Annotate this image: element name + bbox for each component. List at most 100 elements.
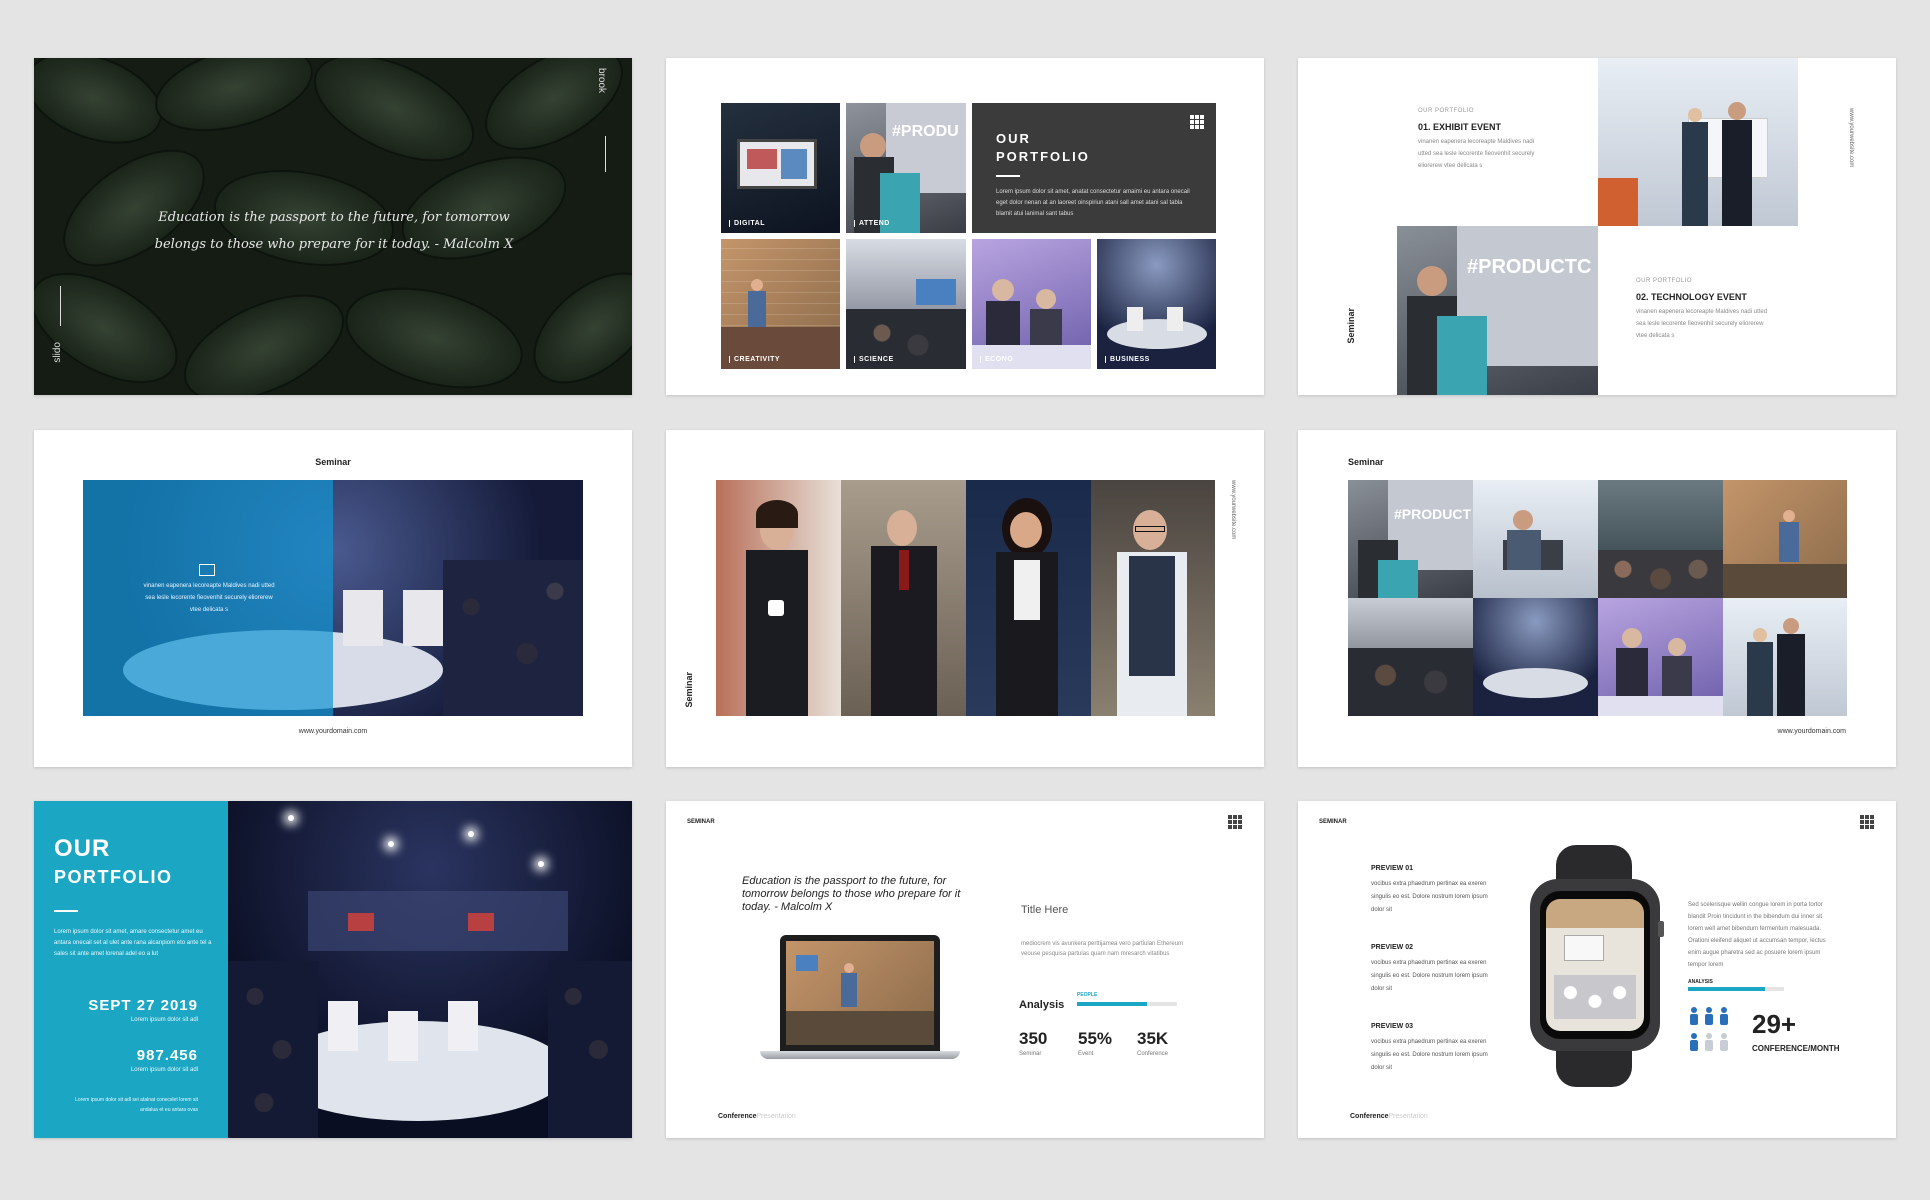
person-icon xyxy=(1718,1033,1730,1056)
caption-digital: DIGITAL xyxy=(729,220,765,227)
footer-text: Lorem ipsum dolor sit adl sei atalnat co… xyxy=(75,1097,198,1113)
preview-3: PREVIEW 03 vocibus extra phaedrum pertin… xyxy=(1371,1023,1501,1075)
grid-icon xyxy=(1228,815,1242,829)
stat-event-label: Event xyxy=(1078,1051,1094,1057)
big-number: 29+ xyxy=(1752,1009,1797,1039)
stat-event: 55% Event xyxy=(1078,1029,1112,1057)
text-1: vinanen eapenera lecoreapte Maldives nad… xyxy=(1418,139,1535,169)
photo-creativity: CREATIVITY xyxy=(721,239,840,369)
slide-9-watch[interactable]: SEMINAR PREVIEW 01 vocibus extra phaedru… xyxy=(1298,801,1896,1138)
side-url: www.yourwebsite.com xyxy=(1848,108,1854,168)
preview-3-text: vocibus extra phaedrum pertinax ea exere… xyxy=(1371,1039,1488,1071)
stat-conference-value: 35K xyxy=(1137,1029,1169,1048)
title-here: Title Here xyxy=(1021,904,1069,916)
divider-top xyxy=(605,136,606,172)
photo-exhibit xyxy=(1598,58,1798,226)
header-label: SEMINAR xyxy=(687,819,715,825)
slide-title: Seminar xyxy=(1348,457,1384,467)
brand-top: brook xyxy=(596,68,607,94)
photo-woman-1 xyxy=(716,480,841,716)
title-portfolio: PORTFOLIO xyxy=(54,867,173,887)
caption-creativity: CREATIVITY xyxy=(729,356,780,363)
photo-man-1 xyxy=(841,480,966,716)
seminar-vertical: Seminar xyxy=(684,672,694,708)
portfolio-underline xyxy=(996,175,1020,177)
people-progress-track xyxy=(1077,1002,1177,1006)
footer-brand: ConferencePresentation xyxy=(1350,1113,1428,1120)
side-url: www.yourwebsite.com xyxy=(1230,480,1236,540)
person-icon xyxy=(1703,1007,1715,1030)
photo-g7 xyxy=(1598,598,1723,716)
laptop xyxy=(760,935,960,1061)
text-2: vinanen eapenera lecoreapte Maldives nad… xyxy=(1636,309,1768,339)
photo-man-2 xyxy=(1091,480,1215,716)
preview-2: PREVIEW 02 vocibus extra phaedrum pertin… xyxy=(1371,944,1501,996)
people-icons xyxy=(1688,1007,1732,1056)
smartwatch xyxy=(1526,845,1666,1087)
footer-url: www.yourdomain.com xyxy=(1777,728,1846,735)
photo-g8 xyxy=(1723,598,1847,716)
person-icon xyxy=(1688,1033,1700,1056)
stat-event-value: 55% xyxy=(1078,1029,1113,1048)
divider-bottom xyxy=(60,286,61,326)
brand-bottom: slido xyxy=(52,342,63,363)
heading-2: 02. TECHNOLOGY EVENT xyxy=(1636,292,1747,302)
photo-g6 xyxy=(1473,598,1598,716)
caption-business: BUSINESS xyxy=(1105,356,1150,363)
kicker-2: OUR PORTFOLIO xyxy=(1636,278,1693,284)
slide-3-events[interactable]: OUR PORTFOLIO 01. EXHIBIT EVENT vinanen … xyxy=(1298,58,1896,395)
footer-light: Presentation xyxy=(1388,1113,1428,1120)
date-sub: Lorem ipsum dolor sit adl xyxy=(130,1017,198,1023)
photo-g4 xyxy=(1723,480,1847,598)
description: mediocrem vis avunkera perttijamea vero … xyxy=(1021,941,1184,957)
slide-1-cover[interactable]: Education is the passport to the future,… xyxy=(34,58,632,395)
caption-attend: ATTEND xyxy=(854,220,890,227)
quote-text: Education is the passport to the future,… xyxy=(742,875,961,913)
heading-1: 01. EXHIBIT EVENT xyxy=(1418,122,1502,132)
preview-3-title: PREVIEW 03 xyxy=(1371,1023,1414,1030)
footer-light: Presentation xyxy=(756,1113,796,1120)
kicker-1: OUR PORTFOLIO xyxy=(1418,108,1475,114)
caption-science: SCIENCE xyxy=(854,356,894,363)
slide-4-seminar-overlay[interactable]: Seminar vinanen eapenera lecoreapte Mald… xyxy=(34,430,632,767)
photo-woman-2 xyxy=(966,480,1091,716)
preview-2-title: PREVIEW 02 xyxy=(1371,944,1414,951)
people-label: PEOPLE xyxy=(1077,992,1098,998)
stat-seminar-label: Seminar xyxy=(1019,1051,1042,1057)
portfolio-title-1: OUR xyxy=(996,131,1031,146)
analysis-progress-fill xyxy=(1688,987,1765,991)
slide-6-gallery[interactable]: Seminar #PRODUCT www.yourdomain.com xyxy=(1298,430,1896,767)
quote-text: Education is the passport to the future,… xyxy=(154,210,514,252)
number-sub: Lorem ipsum dolor sit adl xyxy=(130,1067,198,1073)
stat-seminar-value: 350 xyxy=(1019,1029,1048,1048)
photo-panel: vinanen eapenera lecoreapte Maldives nad… xyxy=(83,480,583,716)
slide-5-team[interactable]: www.yourwebsite.com Seminar xyxy=(666,430,1264,767)
photo-business: BUSINESS xyxy=(1097,239,1216,369)
date-value: SEPT 27 2019 xyxy=(88,997,198,1014)
body-text: Lorem ipsum dolor sit amet, amare consec… xyxy=(54,929,212,957)
photo-g2 xyxy=(1473,480,1598,598)
stat-conference: 35K Conference xyxy=(1137,1029,1168,1057)
photo-technology: #PRODUCTC xyxy=(1397,226,1598,395)
footer-url: www.yourdomain.com xyxy=(298,728,368,735)
photo-digital: DIGITAL xyxy=(721,103,840,233)
portfolio-body: Lorem ipsum dolor sit amet, anatat conse… xyxy=(996,189,1190,217)
photo-econo: ECONO xyxy=(972,239,1091,369)
seminar-vertical: Seminar xyxy=(1346,308,1356,344)
preview-1-text: vocibus extra phaedrum pertinax ea exere… xyxy=(1371,881,1488,913)
portfolio-title-2: PORTFOLIO xyxy=(996,149,1090,164)
big-label: CONFERENCE/MONTH xyxy=(1752,1044,1840,1053)
overlay-icon xyxy=(199,564,215,576)
slide-7-portfolio-teal[interactable]: OUR PORTFOLIO Lorem ipsum dolor sit amet… xyxy=(34,801,632,1138)
footer-bold: Conference xyxy=(718,1113,757,1120)
people-progress-fill xyxy=(1077,1002,1147,1006)
slide-title: Seminar xyxy=(315,457,351,467)
photo-g5 xyxy=(1348,598,1473,716)
person-icon xyxy=(1718,1007,1730,1030)
slide-2-portfolio-grid[interactable]: DIGITAL #PRODU ATTEND OUR PORTFOLIO Lore… xyxy=(666,58,1264,395)
photo-panel-stage xyxy=(228,801,632,1138)
slide-8-analysis[interactable]: SEMINAR Education is the passport to the… xyxy=(666,801,1264,1138)
number-value: 987.456 xyxy=(136,1047,198,1064)
preview-2-text: vocibus extra phaedrum pertinax ea exere… xyxy=(1371,960,1488,992)
photo-g3 xyxy=(1598,480,1723,598)
